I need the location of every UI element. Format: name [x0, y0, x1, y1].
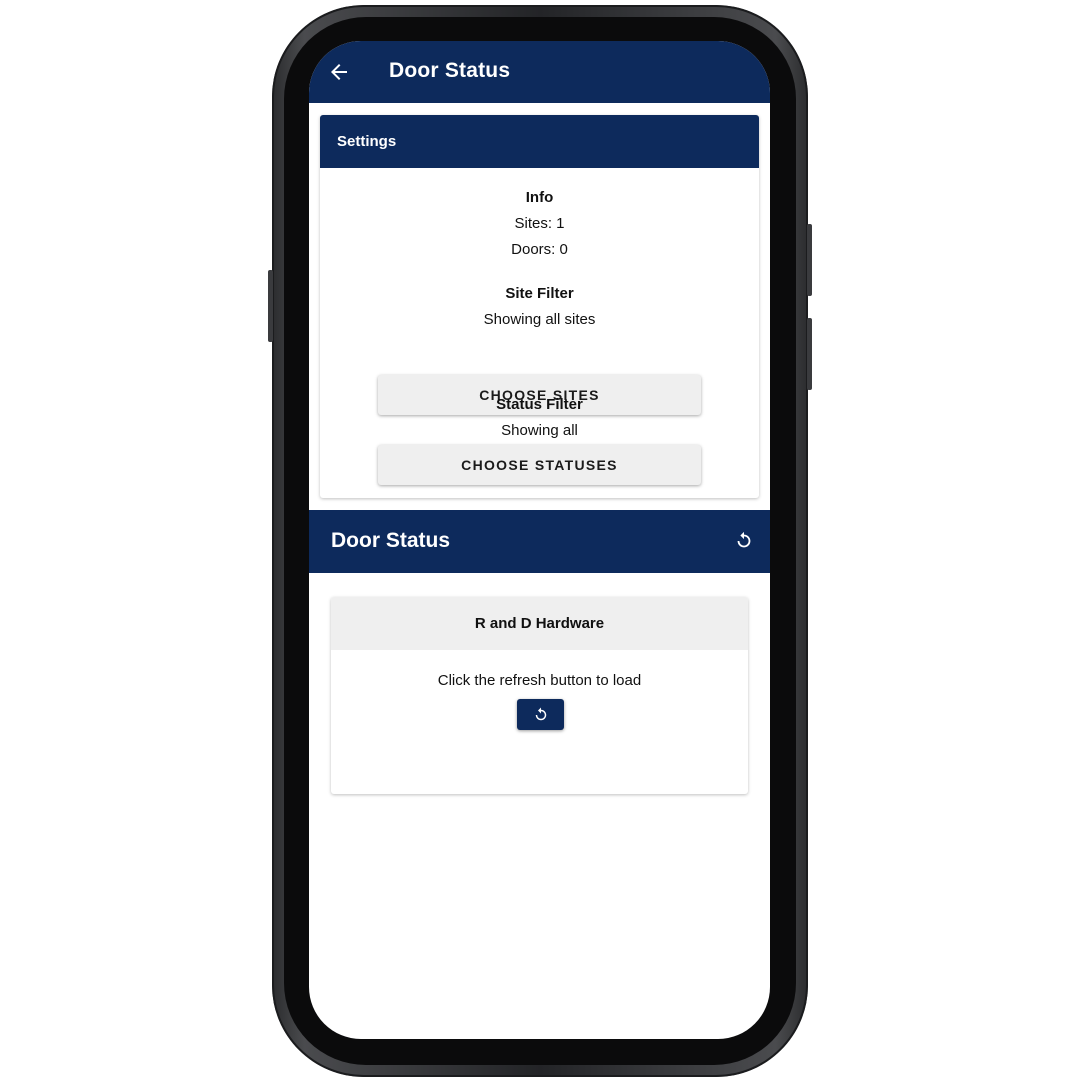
door-status-bar: Door Status — [309, 510, 770, 573]
app-bar: Door Status — [309, 41, 770, 103]
settings-header-label: Settings — [337, 133, 397, 150]
status-filter-heading: Status Filter — [496, 396, 583, 413]
doors-count: Doors: 0 — [511, 241, 568, 258]
door-status-title: Door Status — [331, 529, 451, 552]
phone-volume-button — [807, 318, 812, 390]
phone-power-button — [807, 224, 812, 296]
settings-header: Settings — [320, 115, 759, 168]
site-card: R and D Hardware Click the refresh butto… — [331, 597, 748, 794]
refresh-icon — [535, 707, 546, 720]
phone-screen: Door Status Settings Info Sites: 1 Doors… — [309, 41, 770, 1039]
site-load-message: Click the refresh button to load — [437, 672, 642, 689]
status-filter-value: Showing all — [501, 422, 578, 439]
site-filter-heading: Site Filter — [505, 285, 574, 302]
site-refresh-button[interactable] — [517, 699, 564, 730]
info-heading: Info — [525, 189, 554, 206]
sites-count: Sites: 1 — [514, 215, 565, 232]
site-card-header: R and D Hardware — [331, 597, 748, 650]
refresh-icon[interactable] — [733, 530, 755, 552]
arrow-left-icon[interactable] — [327, 60, 351, 84]
phone-mute-switch — [268, 270, 273, 342]
choose-statuses-button[interactable]: CHOOSE STATUSES — [378, 445, 701, 485]
site-name: R and D Hardware — [474, 615, 605, 632]
settings-card: Settings Info Sites: 1 Doors: 0 Site Fil… — [320, 115, 759, 498]
site-filter-value: Showing all sites — [483, 311, 596, 328]
page-title: Door Status — [389, 59, 511, 82]
